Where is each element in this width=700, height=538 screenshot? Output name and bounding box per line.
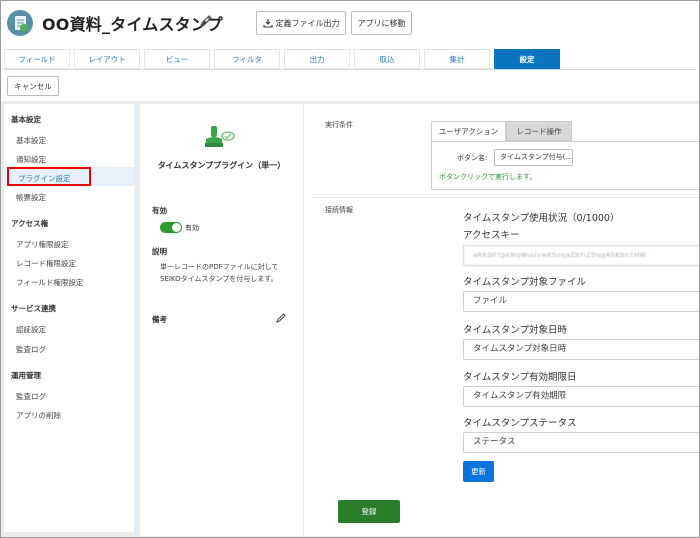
sidebar-item-report[interactable]: 帳票設定 — [16, 192, 46, 203]
tab-settings[interactable]: 設定 — [494, 49, 560, 69]
expiry-label: タイムスタンプ有効期限日 — [463, 372, 577, 383]
status-label: タイムスタンプステータス — [463, 418, 577, 429]
plugin-name: タイムスタンププラグイン（単一） — [157, 161, 286, 170]
tab-field[interactable]: フィールド — [4, 49, 70, 69]
access-key-input[interactable]: aRKQFYpkNqWuUvwKSoqaZbYiZDqgAhKbn1HW — [463, 245, 699, 266]
cancel-button[interactable]: キャンセル — [7, 76, 59, 96]
sidebar-item-app-permissions[interactable]: アプリ権限設定 — [16, 239, 69, 250]
tab-user-action[interactable]: ユーザアクション — [431, 121, 506, 141]
description-line-2: SEIKOタイムスタンプを付与します。 — [160, 275, 278, 283]
selection-highlight-box — [7, 167, 91, 186]
update-button[interactable]: 更新 — [463, 461, 494, 482]
app-icon — [7, 10, 33, 36]
sidebar-section-basic: 基本設定 — [11, 115, 41, 124]
edit-notes-icon[interactable] — [275, 312, 287, 324]
target-file-label: タイムスタンプ対象ファイル — [463, 277, 587, 288]
status-select[interactable]: ステータス — [463, 432, 699, 453]
tab-aggregate[interactable]: 集計 — [424, 49, 490, 69]
plugin-description: 単一レコードのPDFファイルに対して SEIKOタイムスタンプを付与します。 — [160, 261, 300, 285]
tab-divider — [4, 69, 696, 70]
sidebar-item-auth[interactable]: 認証設定 — [16, 324, 46, 335]
execution-condition-label: 実行条件 — [325, 121, 353, 129]
sidebar-item-delete-app[interactable]: アプリの削除 — [16, 410, 61, 421]
export-definition-button[interactable]: 定義ファイル出力 — [256, 11, 346, 35]
tab-output[interactable]: 出力 — [284, 49, 350, 69]
sidebar-section-service: サービス連携 — [11, 304, 56, 313]
enabled-toggle[interactable] — [160, 222, 182, 233]
settings-tabs: フィールド レイアウト ビュー フィルタ 出力 取込 集計 設定 — [4, 49, 564, 69]
tab-layout[interactable]: レイアウト — [74, 49, 140, 69]
connection-info-label: 接続情報 — [325, 206, 353, 214]
toggle-state-text: 有効 — [185, 224, 199, 232]
download-icon — [262, 19, 273, 28]
sidebar-item-audit-log-service[interactable]: 監査ログ — [16, 344, 46, 355]
button-name-input[interactable]: タイムスタンプ付与(... — [494, 149, 573, 166]
app-title: OO資料_タイムスタンプ — [42, 15, 223, 34]
tab-view[interactable]: ビュー — [144, 49, 210, 69]
description-label: 説明 — [152, 247, 167, 256]
description-line-1: 単一レコードのPDFファイルに対して — [160, 263, 279, 271]
register-button[interactable]: 登録 — [338, 500, 400, 523]
tab-record-operation[interactable]: レコード操作 — [506, 121, 572, 141]
button-name-label: ボタン名: — [457, 154, 488, 162]
sidebar-section-ops: 運用管理 — [11, 371, 41, 380]
target-datetime-label: タイムスタンプ対象日時 — [463, 325, 568, 336]
export-definition-label: 定義ファイル出力 — [275, 18, 340, 28]
pencil-icon[interactable] — [198, 13, 214, 29]
sidebar-item-notification[interactable]: 通知設定 — [16, 154, 46, 165]
enabled-label: 有効 — [152, 206, 167, 215]
access-key-label: アクセスキー — [463, 230, 520, 241]
timestamp-stamp-icon — [202, 124, 236, 154]
execution-hint: ボタンクリックで実行します。 — [439, 173, 537, 181]
usage-status-label: タイムスタンプ使用状況（0/1000） — [463, 213, 620, 224]
expiry-select[interactable]: タイムスタンプ有効期限 — [463, 386, 699, 407]
sidebar-item-audit-log[interactable]: 監査ログ — [16, 391, 46, 402]
sidebar-section-access: アクセス権 — [11, 219, 49, 228]
notes-label: 備考 — [152, 315, 167, 324]
tab-filter[interactable]: フィルタ — [214, 49, 280, 69]
section-divider — [312, 197, 699, 198]
tab-import[interactable]: 取込 — [354, 49, 420, 69]
go-to-app-button[interactable]: アプリに移動 — [351, 11, 412, 35]
sidebar-item-record-permissions[interactable]: レコード権限設定 — [16, 258, 76, 269]
sidebar-item-basic-settings[interactable]: 基本設定 — [16, 135, 46, 146]
target-datetime-select[interactable]: タイムスタンプ対象日時 — [463, 339, 699, 360]
target-file-select[interactable]: ファイル — [463, 291, 699, 312]
sidebar-item-field-permissions[interactable]: フィールド権限設定 — [16, 277, 83, 288]
